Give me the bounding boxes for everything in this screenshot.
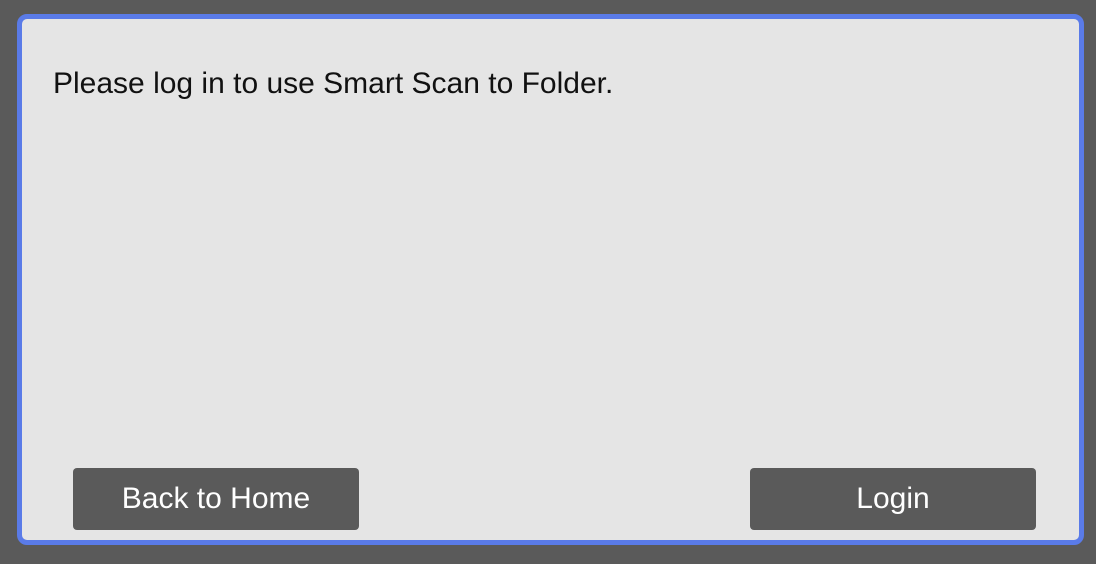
login-required-dialog: Please log in to use Smart Scan to Folde… [17, 14, 1084, 545]
back-to-home-button[interactable]: Back to Home [73, 468, 359, 530]
login-button[interactable]: Login [750, 468, 1036, 530]
login-required-message: Please log in to use Smart Scan to Folde… [53, 67, 614, 100]
